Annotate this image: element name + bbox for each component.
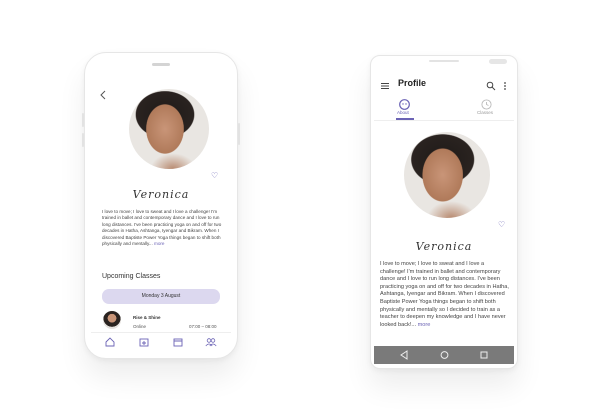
tab-classes-label: Classes	[477, 110, 494, 115]
class-name: Rise & Shine	[133, 315, 161, 320]
android-mockup: Profile About Classes ♡ Veronica I love …	[370, 55, 518, 369]
person-icon	[399, 97, 410, 110]
upcoming-classes-title: Upcoming Classes	[102, 273, 161, 280]
android-screen: Profile About Classes ♡ Veronica I love …	[374, 66, 514, 364]
screen-title: Profile	[398, 78, 427, 88]
profile-bio: I love to move; I love to sweat and I lo…	[380, 261, 510, 329]
overflow-menu-icon[interactable]	[502, 78, 508, 90]
active-tab-indicator	[396, 118, 414, 120]
home-icon[interactable]	[440, 350, 449, 362]
bottom-tab-bar	[91, 332, 231, 351]
back-icon[interactable]	[99, 87, 109, 100]
volume-button	[82, 133, 84, 147]
profile-photo	[404, 132, 490, 218]
calendar-plus-icon[interactable]	[139, 337, 149, 347]
profile-name: Veronica	[132, 188, 190, 201]
date-pill[interactable]: Monday 3 August	[102, 289, 220, 304]
more-link[interactable]: more	[154, 241, 164, 246]
bio-text: I love to move; I love to sweat and I lo…	[380, 261, 509, 328]
class-time: 07:00 – 08:00	[189, 324, 217, 329]
recents-icon[interactable]	[480, 350, 488, 362]
more-link[interactable]: more	[418, 322, 431, 328]
search-icon[interactable]	[486, 78, 496, 91]
top-speaker	[429, 60, 459, 62]
tab-classes[interactable]: Classes	[468, 94, 506, 120]
community-icon[interactable]	[205, 337, 217, 347]
iphone-mockup: ♡ Veronica I love to move; I love to swe…	[82, 52, 240, 359]
power-button	[238, 123, 240, 145]
tab-about[interactable]: About	[386, 94, 424, 120]
speaker-grille	[152, 63, 170, 66]
volume-button	[82, 113, 84, 127]
front-camera	[489, 59, 507, 64]
profile-photo	[129, 89, 209, 169]
profile-bio: I love to move; I love to sweat and I lo…	[102, 209, 224, 247]
system-nav-bar	[374, 346, 514, 364]
calendar-icon[interactable]	[173, 337, 183, 347]
class-instructor-avatar	[103, 311, 121, 329]
class-location: Online	[133, 324, 147, 329]
profile-tabs: About Classes	[374, 94, 514, 121]
app-toolbar: Profile	[374, 72, 514, 94]
back-icon[interactable]	[400, 350, 408, 362]
menu-icon[interactable]	[380, 78, 390, 89]
clock-icon	[481, 97, 492, 110]
tab-about-label: About	[397, 110, 409, 115]
class-list-item[interactable]: Rise & Shine Online 07:00 – 08:00	[91, 309, 231, 333]
favorite-heart-icon[interactable]: ♡	[498, 220, 505, 229]
home-icon[interactable]	[105, 337, 115, 347]
favorite-heart-icon[interactable]: ♡	[211, 171, 218, 180]
profile-name: Veronica	[415, 240, 473, 253]
ios-screen: ♡ Veronica I love to move; I love to swe…	[91, 73, 231, 351]
